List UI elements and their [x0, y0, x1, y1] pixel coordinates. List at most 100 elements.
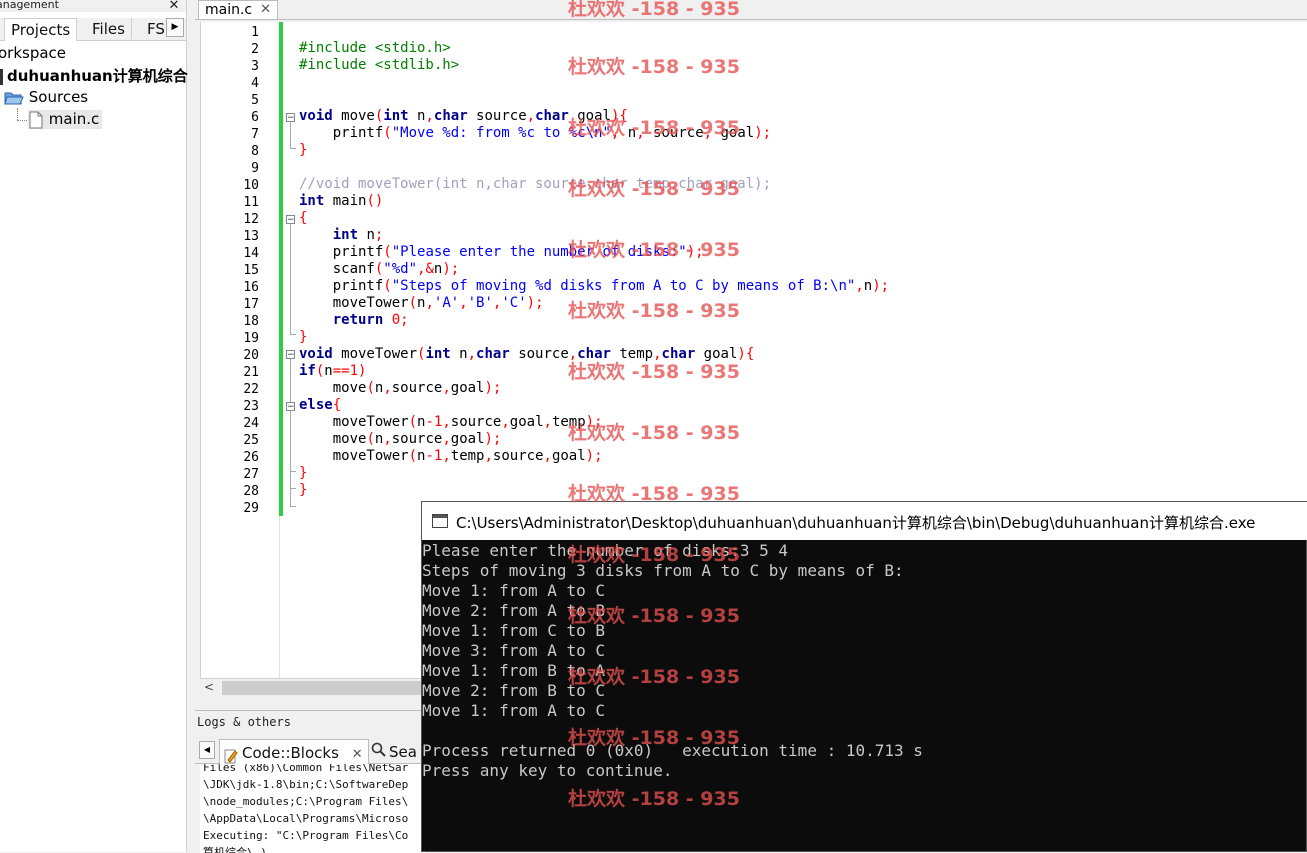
code-line-23: else{ — [299, 397, 342, 413]
tab-search-results[interactable]: Sea — [371, 739, 425, 763]
tree-project[interactable]: duhuanhuan计算机综合 — [0, 65, 188, 86]
fold-toggle-icon[interactable]: − — [286, 350, 295, 360]
management-panel: anagement ✕ Projects Files FS ▶ orkspace… — [0, 0, 188, 852]
editor-tab-main-c[interactable]: main.c ✕ — [198, 0, 278, 19]
fold-toggle-icon[interactable]: − — [286, 215, 295, 225]
code-line-19: } — [299, 329, 308, 345]
console-line: Move 1: from C to B — [422, 621, 606, 640]
line-number: 3 — [251, 59, 259, 74]
console-line: Please enter the number of disks:3 5 4 — [422, 541, 789, 560]
scroll-left-icon[interactable]: < — [204, 680, 214, 694]
line-number: 17 — [243, 297, 259, 312]
line-number: 11 — [243, 195, 259, 210]
code-line-17: moveTower(n,'A','B','C'); — [299, 295, 544, 311]
console-line: Move 2: from B to C — [422, 681, 606, 700]
console-titlebar[interactable]: C:\Users\Administrator\Desktop\duhuanhua… — [422, 502, 1307, 540]
tree-workspace[interactable]: orkspace — [0, 44, 66, 62]
line-number: 25 — [243, 433, 259, 448]
line-number: 23 — [243, 399, 259, 414]
tab-scroll-right-icon[interactable]: ▶ — [166, 18, 184, 37]
file-icon — [29, 111, 43, 128]
line-number: 15 — [243, 263, 259, 278]
console-line: Move 1: from A to C — [422, 581, 606, 600]
line-number: 5 — [251, 93, 259, 108]
code-line-10: //void moveTower(int n,char source,char … — [299, 176, 772, 192]
close-log-tab-icon[interactable]: ✕ — [352, 747, 363, 762]
management-panel-title: anagement — [0, 0, 186, 12]
line-number: 1 — [251, 25, 259, 40]
folder-open-icon — [4, 92, 24, 104]
code-line-3: #include <stdlib.h> — [299, 57, 460, 73]
console-line: Steps of moving 3 disks from A to C by m… — [422, 561, 904, 580]
fold-end — [290, 506, 296, 507]
fold-end — [290, 148, 296, 149]
fold-end — [290, 334, 296, 335]
code-line-20: void moveTower(int n,char source,char te… — [299, 346, 755, 362]
tree-connector — [17, 108, 19, 120]
code-line-7: printf("Move %d: from %c to %c\n", n, so… — [299, 125, 772, 141]
line-number: 20 — [243, 348, 259, 363]
log-line: \JDK\jdk-1.8\bin;C:\SoftwareDep — [203, 778, 409, 791]
console-title: C:\Users\Administrator\Desktop\duhuanhua… — [456, 514, 1256, 532]
editor-tabbar — [195, 0, 1307, 20]
scrollbar-thumb[interactable] — [222, 681, 422, 695]
line-number: 7 — [251, 127, 259, 142]
project-icon — [0, 68, 3, 85]
code-line-22: move(n,source,goal); — [299, 380, 502, 396]
logs-tabs: ◀ Code::Blocks ✕ Sea — [195, 737, 425, 764]
console-line: Press any key to continue. — [422, 761, 673, 780]
fold-line — [290, 359, 291, 407]
console-line: Process returned 0 (0x0) execution time … — [422, 741, 923, 760]
tree-connector-h — [17, 120, 27, 122]
console-line: Move 1: from B to A — [422, 661, 606, 680]
line-number: 26 — [243, 450, 259, 465]
console-window[interactable]: C:\Users\Administrator\Desktop\duhuanhua… — [421, 501, 1307, 852]
log-line: Executing: "C:\Program Files\Co — [203, 829, 409, 842]
fold-line — [290, 411, 291, 506]
fold-line — [290, 224, 291, 334]
fold-end — [290, 488, 296, 489]
tree-sources-folder[interactable]: Sources — [4, 88, 88, 106]
code-line-26: moveTower(n-1,temp,source,goal); — [299, 448, 603, 464]
line-number: 10 — [243, 178, 259, 193]
line-number: 14 — [243, 246, 259, 261]
line-number: 18 — [243, 314, 259, 329]
close-tab-icon[interactable]: ✕ — [260, 1, 271, 19]
tree-file-main-c[interactable]: main.c — [28, 110, 103, 129]
tab-codeblocks-log[interactable]: Code::Blocks ✕ — [219, 739, 369, 764]
code-line-13: int n; — [332, 227, 384, 243]
console-app-icon — [432, 514, 448, 528]
console-line: Move 1: from A to C — [422, 701, 606, 720]
tab-scroll-left-icon[interactable]: ◀ — [199, 741, 215, 759]
code-line-25: move(n,source,goal); — [299, 431, 502, 447]
fold-toggle-icon[interactable]: − — [286, 402, 295, 412]
code-line-8: } — [299, 142, 308, 158]
line-number: 6 — [251, 110, 259, 125]
log-line: \node_modules;C:\Program Files\ — [203, 795, 409, 808]
tab-files[interactable]: Files — [86, 18, 132, 39]
line-number: 2 — [251, 42, 259, 57]
code-line-28: } — [299, 482, 308, 498]
fold-toggle-icon[interactable]: − — [286, 113, 295, 123]
fold-line — [290, 122, 291, 148]
tab-projects[interactable]: Projects — [4, 18, 78, 41]
code-line-15: scanf("%d",&n); — [299, 261, 460, 277]
editor-horizontal-scrollbar[interactable]: < — [200, 678, 422, 697]
logs-panel-title: Logs & others — [197, 715, 291, 729]
close-panel-icon[interactable]: ✕ — [166, 0, 182, 13]
console-line: Move 2: from A to B — [422, 601, 606, 620]
logs-panel: Logs & others ◀ Code::Blocks ✕ Sea Files… — [195, 710, 425, 853]
line-number: 12 — [243, 212, 259, 227]
line-number: 28 — [243, 484, 259, 499]
code-line-2: #include <stdio.h> — [299, 40, 451, 56]
line-number: 16 — [243, 280, 259, 295]
code-line-27: } — [299, 465, 308, 481]
line-number: 8 — [251, 144, 259, 159]
pencil-icon — [224, 746, 238, 763]
log-output[interactable]: Files (x86)\Common Files\NetSar \JDK\jdk… — [200, 764, 425, 853]
code-line-11: int main() — [299, 193, 384, 209]
line-number: 13 — [243, 229, 259, 244]
line-number: 9 — [251, 161, 259, 176]
log-line: \AppData\Local\Programs\Microso — [203, 812, 409, 825]
line-number: 24 — [243, 416, 259, 431]
